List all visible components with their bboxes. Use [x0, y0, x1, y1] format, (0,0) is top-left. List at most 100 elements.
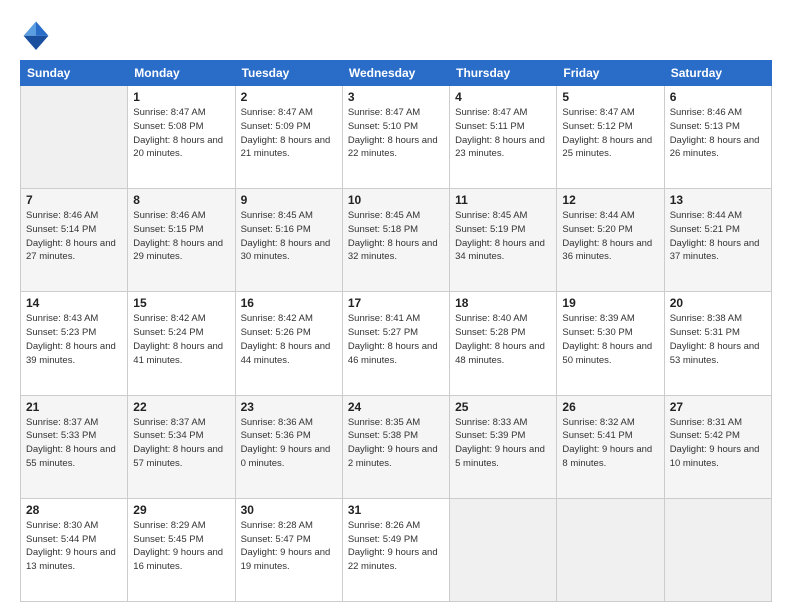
weekday-header-wednesday: Wednesday [342, 61, 449, 86]
day-cell: 31 Sunrise: 8:26 AMSunset: 5:49 PMDayligh… [342, 498, 449, 601]
logo [20, 18, 56, 50]
day-info: Sunrise: 8:43 AMSunset: 5:23 PMDaylight:… [26, 312, 122, 367]
day-info: Sunrise: 8:46 AMSunset: 5:14 PMDaylight:… [26, 209, 122, 264]
day-number: 21 [26, 400, 122, 414]
day-info: Sunrise: 8:41 AMSunset: 5:27 PMDaylight:… [348, 312, 444, 367]
day-info: Sunrise: 8:47 AMSunset: 5:09 PMDaylight:… [241, 106, 337, 161]
day-cell [557, 498, 664, 601]
day-info: Sunrise: 8:42 AMSunset: 5:26 PMDaylight:… [241, 312, 337, 367]
day-cell: 22Sunrise: 8:37 AMSunset: 5:34 PMDayligh… [128, 395, 235, 498]
day-info: Sunrise: 8:26 AMSunset: 5:49 PMDaylight:… [348, 519, 444, 574]
day-cell: 12Sunrise: 8:44 AMSunset: 5:20 PMDayligh… [557, 189, 664, 292]
logo-icon [20, 18, 52, 50]
day-cell: 25 Sunrise: 8:33 AMSunset: 5:39 PMDayligh… [450, 395, 557, 498]
day-cell: 28 Sunrise: 8:30 AMSunset: 5:44 PMDayligh… [21, 498, 128, 601]
day-number: 20 [670, 296, 766, 310]
day-number: 24 [348, 400, 444, 414]
day-number: 15 [133, 296, 229, 310]
day-number: 6 [670, 90, 766, 104]
day-number: 2 [241, 90, 337, 104]
day-number: 31 [348, 503, 444, 517]
day-info: Sunrise: 8:30 AMSunset: 5:44 PMDaylight:… [26, 519, 122, 574]
day-number: 28 [26, 503, 122, 517]
day-cell: 7 Sunrise: 8:46 AMSunset: 5:14 PMDaylight… [21, 189, 128, 292]
day-info: Sunrise: 8:38 AMSunset: 5:31 PMDaylight:… [670, 312, 766, 367]
weekday-header-thursday: Thursday [450, 61, 557, 86]
day-cell: 2 Sunrise: 8:47 AMSunset: 5:09 PMDaylight… [235, 86, 342, 189]
day-number: 14 [26, 296, 122, 310]
day-cell: 19 Sunrise: 8:39 AMSunset: 5:30 PMDayligh… [557, 292, 664, 395]
day-cell: 13 Sunrise: 8:44 AMSunset: 5:21 PMDayligh… [664, 189, 771, 292]
day-cell: 15 Sunrise: 8:42 AMSunset: 5:24 PMDayligh… [128, 292, 235, 395]
day-number: 29 [133, 503, 229, 517]
day-info: Sunrise: 8:47 AMSunset: 5:12 PMDaylight:… [562, 106, 658, 161]
day-info: Sunrise: 8:42 AMSunset: 5:24 PMDaylight:… [133, 312, 229, 367]
day-number: 9 [241, 193, 337, 207]
day-number: 22 [133, 400, 229, 414]
day-cell: 10 Sunrise: 8:45 AMSunset: 5:18 PMDayligh… [342, 189, 449, 292]
day-info: Sunrise: 8:46 AMSunset: 5:13 PMDaylight:… [670, 106, 766, 161]
day-cell: 20 Sunrise: 8:38 AMSunset: 5:31 PMDayligh… [664, 292, 771, 395]
day-info: Sunrise: 8:46 AMSunset: 5:15 PMDaylight:… [133, 209, 229, 264]
week-row-1: 1 Sunrise: 8:47 AMSunset: 5:08 PMDaylight… [21, 86, 772, 189]
weekday-header-row: SundayMondayTuesdayWednesdayThursdayFrid… [21, 61, 772, 86]
day-cell: 24 Sunrise: 8:35 AMSunset: 5:38 PMDayligh… [342, 395, 449, 498]
day-number: 16 [241, 296, 337, 310]
day-info: Sunrise: 8:45 AMSunset: 5:16 PMDaylight:… [241, 209, 337, 264]
day-cell: 9 Sunrise: 8:45 AMSunset: 5:16 PMDaylight… [235, 189, 342, 292]
day-cell: 29 Sunrise: 8:29 AMSunset: 5:45 PMDayligh… [128, 498, 235, 601]
day-number: 7 [26, 193, 122, 207]
day-number: 10 [348, 193, 444, 207]
day-info: Sunrise: 8:32 AMSunset: 5:41 PMDaylight:… [562, 416, 658, 471]
day-cell [450, 498, 557, 601]
day-number: 27 [670, 400, 766, 414]
weekday-header-saturday: Saturday [664, 61, 771, 86]
day-number: 18 [455, 296, 551, 310]
page: SundayMondayTuesdayWednesdayThursdayFrid… [0, 0, 792, 612]
day-number: 11 [455, 193, 551, 207]
day-number: 1 [133, 90, 229, 104]
day-cell: 14 Sunrise: 8:43 AMSunset: 5:23 PMDayligh… [21, 292, 128, 395]
week-row-4: 21Sunrise: 8:37 AMSunset: 5:33 PMDayligh… [21, 395, 772, 498]
weekday-header-friday: Friday [557, 61, 664, 86]
day-cell: 21Sunrise: 8:37 AMSunset: 5:33 PMDayligh… [21, 395, 128, 498]
weekday-header-sunday: Sunday [21, 61, 128, 86]
day-number: 3 [348, 90, 444, 104]
day-info: Sunrise: 8:36 AMSunset: 5:36 PMDaylight:… [241, 416, 337, 471]
weekday-header-tuesday: Tuesday [235, 61, 342, 86]
day-info: Sunrise: 8:40 AMSunset: 5:28 PMDaylight:… [455, 312, 551, 367]
day-cell [664, 498, 771, 601]
day-number: 25 [455, 400, 551, 414]
week-row-5: 28 Sunrise: 8:30 AMSunset: 5:44 PMDayligh… [21, 498, 772, 601]
day-info: Sunrise: 8:45 AMSunset: 5:19 PMDaylight:… [455, 209, 551, 264]
day-info: Sunrise: 8:44 AMSunset: 5:20 PMDaylight:… [562, 209, 658, 264]
day-info: Sunrise: 8:33 AMSunset: 5:39 PMDaylight:… [455, 416, 551, 471]
day-number: 4 [455, 90, 551, 104]
day-number: 26 [562, 400, 658, 414]
day-cell [21, 86, 128, 189]
day-number: 8 [133, 193, 229, 207]
week-row-3: 14 Sunrise: 8:43 AMSunset: 5:23 PMDayligh… [21, 292, 772, 395]
day-cell: 8 Sunrise: 8:46 AMSunset: 5:15 PMDaylight… [128, 189, 235, 292]
day-info: Sunrise: 8:47 AMSunset: 5:08 PMDaylight:… [133, 106, 229, 161]
day-number: 13 [670, 193, 766, 207]
day-cell: 16 Sunrise: 8:42 AMSunset: 5:26 PMDayligh… [235, 292, 342, 395]
day-info: Sunrise: 8:39 AMSunset: 5:30 PMDaylight:… [562, 312, 658, 367]
day-info: Sunrise: 8:44 AMSunset: 5:21 PMDaylight:… [670, 209, 766, 264]
day-number: 19 [562, 296, 658, 310]
day-cell: 23Sunrise: 8:36 AMSunset: 5:36 PMDayligh… [235, 395, 342, 498]
day-info: Sunrise: 8:31 AMSunset: 5:42 PMDaylight:… [670, 416, 766, 471]
day-cell: 4Sunrise: 8:47 AMSunset: 5:11 PMDaylight… [450, 86, 557, 189]
header [20, 18, 772, 50]
day-info: Sunrise: 8:29 AMSunset: 5:45 PMDaylight:… [133, 519, 229, 574]
day-cell: 5 Sunrise: 8:47 AMSunset: 5:12 PMDaylight… [557, 86, 664, 189]
day-info: Sunrise: 8:28 AMSunset: 5:47 PMDaylight:… [241, 519, 337, 574]
day-cell: 11 Sunrise: 8:45 AMSunset: 5:19 PMDayligh… [450, 189, 557, 292]
calendar-table: SundayMondayTuesdayWednesdayThursdayFrid… [20, 60, 772, 602]
day-cell: 30Sunrise: 8:28 AMSunset: 5:47 PMDayligh… [235, 498, 342, 601]
day-cell: 3Sunrise: 8:47 AMSunset: 5:10 PMDaylight… [342, 86, 449, 189]
week-row-2: 7 Sunrise: 8:46 AMSunset: 5:14 PMDaylight… [21, 189, 772, 292]
day-info: Sunrise: 8:35 AMSunset: 5:38 PMDaylight:… [348, 416, 444, 471]
day-info: Sunrise: 8:45 AMSunset: 5:18 PMDaylight:… [348, 209, 444, 264]
day-number: 5 [562, 90, 658, 104]
